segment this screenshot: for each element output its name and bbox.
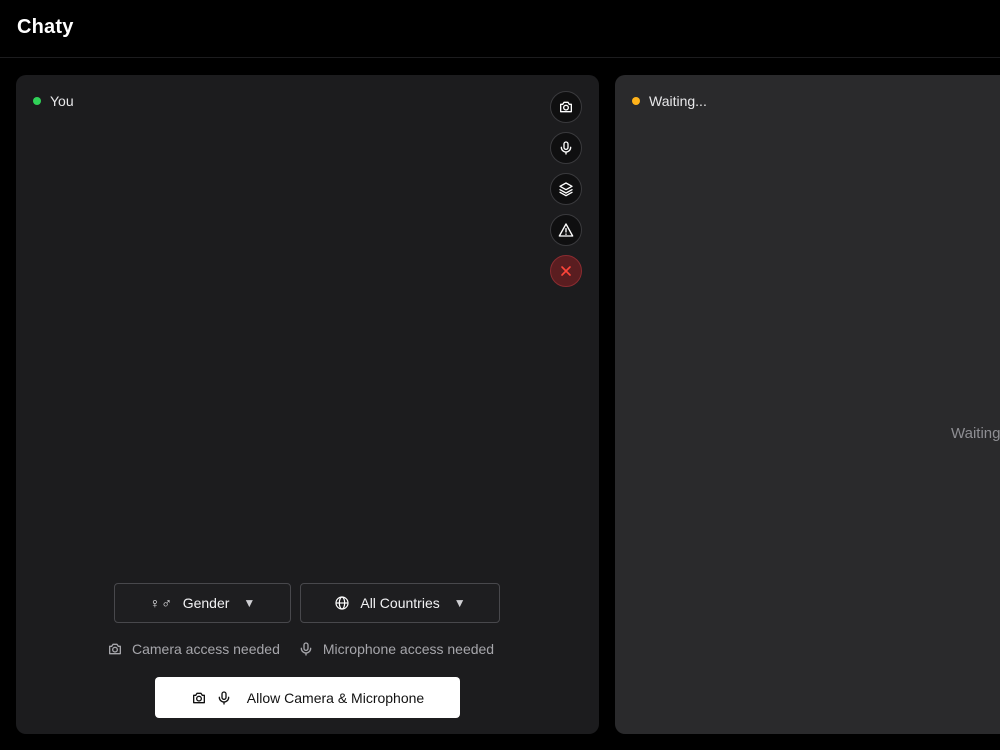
peer-status-label: Waiting... [649, 93, 707, 109]
self-status: You [33, 93, 74, 109]
globe-icon [335, 596, 349, 610]
control-column [550, 91, 582, 287]
camera-button[interactable] [550, 91, 582, 123]
camera-icon [192, 692, 205, 703]
microphone-access-text: Microphone access needed [322, 641, 495, 657]
country-label: All Countries [360, 595, 440, 611]
peer-status: Waiting... [632, 93, 707, 109]
app-title: Chaty [17, 16, 74, 38]
microphone-icon [560, 141, 572, 155]
microphone-button[interactable] [550, 132, 582, 164]
allow-camera-microphone-button[interactable]: Allow Camera & Microphone [155, 677, 460, 718]
allow-button-label: Allow Camera & Microphone [246, 689, 425, 706]
microphone-icon [300, 642, 312, 656]
close-icon [561, 266, 571, 276]
filter-row: ♀♂ Gender ▼ All Countries ▼ [114, 583, 500, 623]
gender-label: Gender [182, 595, 230, 611]
camera-access-text: Camera access needed [132, 641, 280, 657]
camera-icon [560, 101, 572, 113]
self-status-dot [33, 97, 41, 105]
microphone-access-notice: Microphone access needed [298, 641, 494, 657]
gender-select[interactable]: ♀♂ Gender ▼ [114, 583, 291, 623]
caret-down-icon: ▼ [243, 596, 256, 610]
gender-icon: ♀♂ [149, 595, 173, 611]
self-video-panel: You ♀♂ Gender ▼ All Countries ▼ Camera a… [16, 75, 599, 734]
microphone-icon [218, 690, 230, 705]
report-button[interactable] [550, 214, 582, 246]
country-select[interactable]: All Countries ▼ [300, 583, 500, 623]
peer-status-dot [632, 97, 640, 105]
peer-video-panel: Waiting... Waiting [615, 75, 1000, 734]
warning-icon [558, 223, 574, 237]
end-call-button[interactable] [550, 255, 582, 287]
camera-icon [109, 643, 121, 655]
camera-access-notice: Camera access needed [107, 641, 280, 657]
access-notices: Camera access needed Microphone access n… [107, 641, 494, 657]
peer-waiting-text: Waiting [951, 425, 1000, 442]
layers-button[interactable] [550, 173, 582, 205]
self-status-label: You [50, 93, 74, 109]
top-bar: Chaty [0, 0, 1000, 58]
layers-icon [559, 182, 573, 197]
caret-down-icon: ▼ [453, 596, 466, 610]
